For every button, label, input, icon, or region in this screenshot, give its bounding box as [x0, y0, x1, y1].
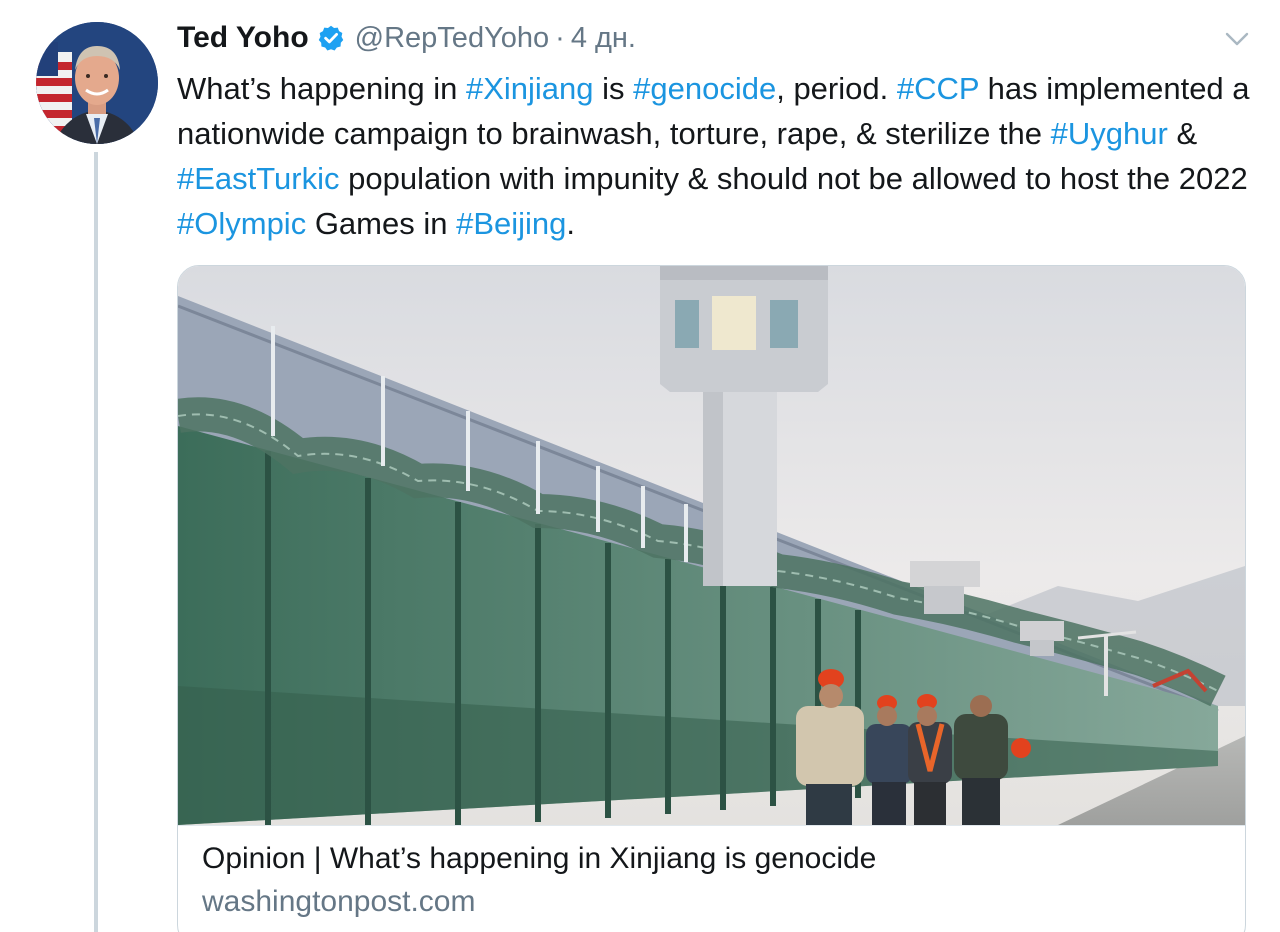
tweet-text-segment: , period. — [776, 71, 897, 106]
tweet-text-segment: Games in — [306, 206, 457, 241]
tweet-text-segment: population with impunity & should not be… — [339, 161, 1248, 196]
tweet-header: Ted Yoho @RepTedYoho · 4 дн. — [177, 18, 636, 58]
chevron-down-icon[interactable] — [1222, 26, 1252, 52]
tweet-timestamp[interactable]: 4 дн. — [571, 22, 636, 55]
card-divider — [178, 825, 1245, 826]
tweet-text-segment: . — [566, 206, 576, 241]
hashtag-link[interactable]: #genocide — [633, 71, 776, 106]
thread-line — [94, 152, 98, 932]
hashtag-link[interactable]: #Beijing — [456, 206, 566, 241]
link-card[interactable]: Opinion | What’s happening in Xinjiang i… — [177, 265, 1246, 932]
hashtag-link[interactable]: #CCP — [897, 71, 979, 106]
author-name[interactable]: Ted Yoho — [177, 21, 309, 55]
verified-badge-icon — [317, 24, 345, 52]
tweet-text-segment: What’s happening in — [177, 71, 466, 106]
hashtag-link[interactable]: #EastTurkic — [177, 161, 340, 196]
avatar[interactable] — [36, 22, 158, 144]
separator-dot: · — [555, 21, 565, 54]
tweet-text: What’s happening in #Xinjiang is #genoci… — [177, 66, 1257, 246]
hashtag-link[interactable]: #Uyghur — [1051, 116, 1168, 151]
card-title[interactable]: Opinion | What’s happening in Xinjiang i… — [202, 842, 876, 876]
hashtag-link[interactable]: #Xinjiang — [466, 71, 594, 106]
tweet[interactable]: Ted Yoho @RepTedYoho · 4 дн. What’s happ… — [0, 0, 1280, 932]
author-handle[interactable]: @RepTedYoho — [355, 22, 549, 55]
card-domain[interactable]: washingtonpost.com — [202, 885, 476, 919]
tweet-text-segment: is — [593, 71, 634, 106]
hashtag-link[interactable]: #Olympic — [177, 206, 306, 241]
card-image — [178, 266, 1245, 825]
tweet-text-segment: & — [1167, 116, 1198, 151]
avatar-image — [36, 22, 158, 144]
